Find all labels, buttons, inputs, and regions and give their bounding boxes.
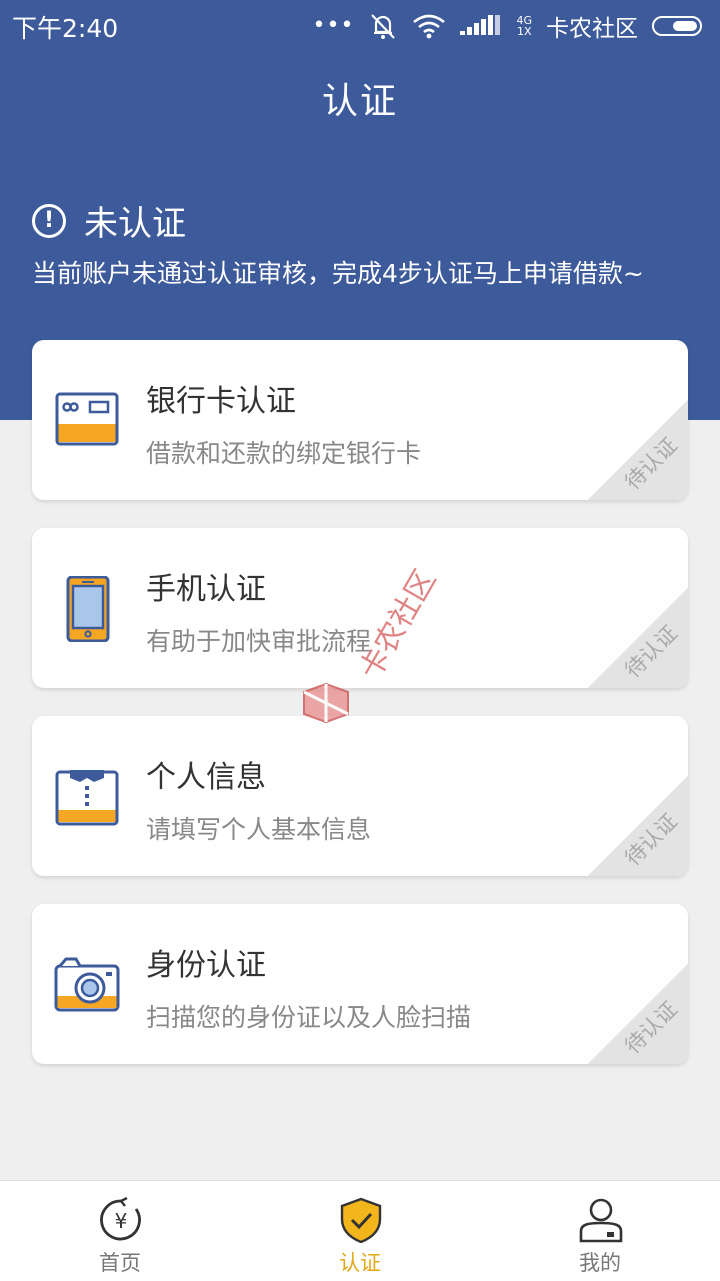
- card-subtitle: 请填写个人基本信息: [146, 815, 372, 844]
- nav-verify-label: 认证: [339, 1251, 381, 1275]
- carrier-name: 卡农社区: [546, 16, 638, 42]
- network-1x-label: 1X: [516, 25, 532, 38]
- page-title: 认证: [321, 81, 398, 122]
- watermark: 卡农社区: [292, 560, 444, 730]
- card-title: 身份认证: [146, 948, 266, 983]
- watermark-text: 卡农社区: [352, 564, 444, 686]
- card-title: 手机认证: [146, 572, 266, 607]
- identity-verification-card[interactable]: 身份认证 扫描您的身份证以及人脸扫描 待认证: [32, 904, 688, 1064]
- network-type: 4G 1X: [516, 15, 532, 37]
- status-bar: 下午2:40 ••• 4G 1X 卡农社区: [0, 0, 720, 52]
- phone-icon: [66, 576, 110, 642]
- status-description: 当前账户未通过认证审核，完成4步认证马上申请借款~: [32, 259, 644, 288]
- nav-mine[interactable]: 我的: [480, 1181, 720, 1281]
- nav-home[interactable]: ¥ 首页: [0, 1181, 240, 1281]
- home-yen-icon: ¥: [100, 1197, 141, 1241]
- status-icons: ••• 4G 1X 卡农社区: [313, 8, 702, 44]
- shield-check-icon: [340, 1197, 382, 1243]
- signal-icon: [460, 15, 501, 35]
- nav-verify[interactable]: 认证: [240, 1181, 480, 1281]
- battery-icon: [652, 16, 702, 36]
- nav-home-label: 首页: [99, 1251, 141, 1275]
- bank-card-verification-card[interactable]: 银行卡认证 借款和还款的绑定银行卡 待认证: [32, 340, 688, 500]
- verification-status: ! 未认证: [32, 196, 186, 245]
- user-icon: [579, 1198, 623, 1243]
- status-dots: •••: [312, 13, 355, 38]
- personal-info-card[interactable]: 个人信息 请填写个人基本信息 待认证: [32, 716, 688, 876]
- mute-bell-icon: [371, 14, 396, 39]
- card-subtitle: 扫描您的身份证以及人脸扫描: [146, 1003, 472, 1032]
- personal-info-icon: [55, 770, 119, 826]
- status-title: 未认证: [84, 204, 186, 244]
- nav-mine-label: 我的: [579, 1251, 621, 1275]
- card-title: 银行卡认证: [146, 384, 296, 419]
- watermark-logo-icon: [303, 682, 349, 724]
- bottom-navigation: ¥ 首页 认证 我的: [0, 1180, 720, 1281]
- camera-icon: [54, 957, 120, 1012]
- bank-card-icon: [55, 392, 119, 446]
- card-title: 个人信息: [146, 760, 266, 795]
- status-time: 下午2:40: [12, 14, 119, 43]
- wifi-icon: [413, 14, 446, 39]
- card-subtitle: 借款和还款的绑定银行卡: [146, 439, 422, 468]
- alert-icon: !: [32, 203, 66, 238]
- svg-text:¥: ¥: [115, 1209, 128, 1233]
